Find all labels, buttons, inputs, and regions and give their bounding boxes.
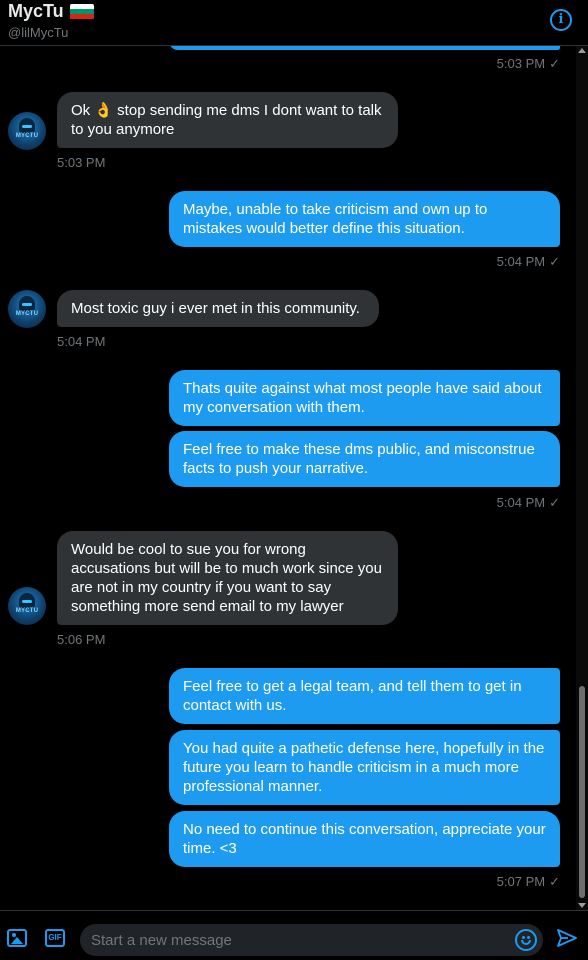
sent-check-icon: ✓ (549, 56, 560, 71)
avatar[interactable]: MYCTU (8, 290, 46, 328)
message-bubble-outgoing[interactable]: Maybe, unable to take criticism and own … (169, 191, 560, 247)
message-timestamp: 5:04 PM ✓ (497, 254, 560, 270)
message-thread[interactable]: 5:03 PM ✓ MYCTU Ok 👌 stop sending me dms … (0, 46, 576, 910)
bulgaria-flag-icon (69, 3, 94, 20)
scroll-down-arrow-icon[interactable] (578, 903, 586, 908)
timestamp-text: 5:07 PM (496, 874, 546, 889)
message-bubble-incoming[interactable]: Ok 👌 stop sending me dms I dont want to … (57, 92, 398, 148)
sent-check-icon: ✓ (549, 254, 560, 269)
scrollbar-thumb[interactable] (579, 686, 585, 898)
message-bubble-outgoing[interactable]: Feel free to get a legal team, and tell … (169, 668, 560, 724)
scroll-up-arrow-icon[interactable] (578, 48, 586, 53)
message-timestamp: 5:03 PM (57, 155, 106, 170)
message-timestamp: 5:06 PM (57, 632, 106, 647)
timestamp-text: 5:03 PM (496, 56, 546, 71)
contact-handle[interactable]: @lilMycTu (8, 25, 68, 40)
send-icon[interactable] (557, 929, 577, 947)
emoji-icon[interactable] (515, 929, 537, 951)
message-bubble-outgoing[interactable]: Feel free to make these dms public, and … (169, 431, 560, 487)
message-bubble-incoming[interactable]: Most toxic guy i ever met in this commun… (57, 290, 379, 327)
avatar[interactable]: MYCTU (8, 112, 46, 150)
contact-name[interactable]: MycTu (8, 1, 64, 22)
message-bubble-outgoing[interactable] (169, 46, 560, 50)
message-bubble-outgoing[interactable]: Thats quite against what most people hav… (169, 370, 560, 426)
sent-check-icon: ✓ (549, 874, 560, 889)
info-icon[interactable]: i (550, 9, 572, 31)
message-input[interactable] (80, 924, 543, 956)
message-timestamp: 5:04 PM ✓ (497, 495, 560, 511)
avatar[interactable]: MYCTU (8, 587, 46, 625)
timestamp-text: 5:04 PM (496, 495, 546, 510)
compose-bar: GIF (0, 910, 588, 960)
message-timestamp: 5:04 PM (57, 334, 106, 349)
message-timestamp: 5:07 PM ✓ (497, 874, 560, 890)
conversation-header: MycTu @lilMycTu i (0, 0, 588, 46)
contact-name-row[interactable]: MycTu (8, 1, 94, 22)
gif-icon[interactable]: GIF (45, 929, 65, 947)
timestamp-text: 5:04 PM (496, 254, 546, 269)
message-bubble-outgoing[interactable]: You had quite a pathetic defense here, h… (169, 730, 560, 805)
message-timestamp: 5:03 PM ✓ (497, 56, 560, 72)
scrollbar[interactable] (576, 46, 588, 910)
message-bubble-outgoing[interactable]: No need to continue this conversation, a… (169, 811, 560, 867)
message-bubble-incoming[interactable]: Would be cool to sue you for wrong accus… (57, 531, 398, 625)
sent-check-icon: ✓ (549, 495, 560, 510)
image-upload-icon[interactable] (7, 929, 27, 947)
